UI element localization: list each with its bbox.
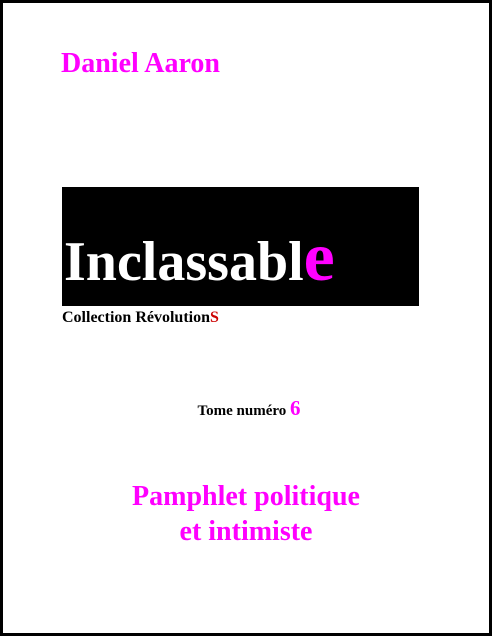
subtitle: Pamphlet politique et intimiste: [3, 479, 489, 549]
subtitle-line-1: Pamphlet politique: [132, 481, 360, 512]
book-title: Inclassable: [64, 223, 335, 297]
tome-number: 6: [290, 396, 301, 420]
author-name: Daniel Aaron: [61, 48, 220, 79]
book-title-main: Inclassabl: [64, 231, 304, 293]
title-banner: Inclassable: [62, 187, 419, 306]
subtitle-line-2: et intimiste: [179, 516, 313, 547]
book-cover: Daniel Aaron Inclassable Collection Révo…: [0, 0, 492, 636]
collection-name: Collection RévolutionS: [62, 308, 219, 328]
tome-label: Tome numéro: [197, 403, 287, 419]
collection-name-last-letter: S: [210, 309, 219, 326]
collection-name-main: Collection Révolution: [62, 309, 210, 326]
tome-line: Tome numéro 6: [3, 397, 492, 422]
book-title-last-letter: e: [303, 219, 335, 296]
